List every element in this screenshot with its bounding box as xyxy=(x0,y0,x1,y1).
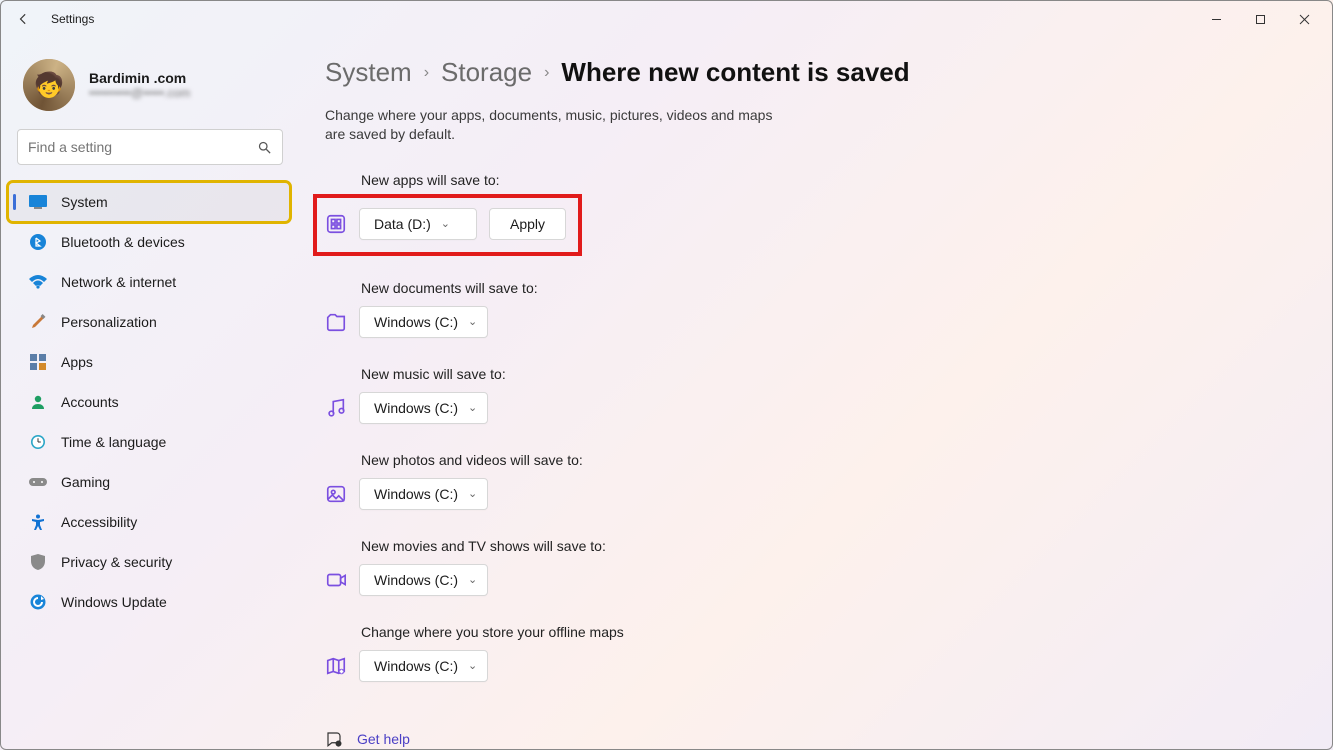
sidebar-item-label: Accessibility xyxy=(61,514,137,530)
chevron-down-icon: ⌄ xyxy=(468,659,477,672)
sidebar-item-time-language[interactable]: Time & language xyxy=(9,423,289,461)
get-help-row: ? Get help xyxy=(325,730,1292,748)
bluetooth-icon xyxy=(29,233,47,251)
breadcrumb-system[interactable]: System xyxy=(325,57,412,88)
drive-select-music[interactable]: Windows (C:) ⌄ xyxy=(359,392,488,424)
drive-select-documents[interactable]: Windows (C:) ⌄ xyxy=(359,306,488,338)
profile-block[interactable]: 🧒 Bardimin .com ••••••••••@•••••.com xyxy=(9,49,289,129)
drive-select-value: Data (D:) xyxy=(374,216,431,232)
sidebar-item-privacy[interactable]: Privacy & security xyxy=(9,543,289,581)
back-icon[interactable] xyxy=(17,12,37,26)
profile-name: Bardimin .com xyxy=(89,70,190,86)
breadcrumb-storage[interactable]: Storage xyxy=(441,57,532,88)
page-description: Change where your apps, documents, music… xyxy=(325,106,775,144)
section-movies: New movies and TV shows will save to: Wi… xyxy=(325,538,1292,596)
gamepad-icon xyxy=(29,473,47,491)
section-photos: New photos and videos will save to: Wind… xyxy=(325,452,1292,510)
section-label: Change where you store your offline maps xyxy=(361,624,1292,640)
apps-category-icon xyxy=(325,213,347,235)
person-icon xyxy=(29,393,47,411)
movies-category-icon xyxy=(325,569,347,591)
drive-select-value: Windows (C:) xyxy=(374,314,458,330)
sidebar-item-label: System xyxy=(61,194,108,210)
search-input[interactable] xyxy=(28,139,257,155)
section-label: New photos and videos will save to: xyxy=(361,452,1292,468)
sidebar-item-label: Privacy & security xyxy=(61,554,172,570)
documents-category-icon xyxy=(325,311,347,333)
sidebar-item-accounts[interactable]: Accounts xyxy=(9,383,289,421)
search-box[interactable] xyxy=(17,129,283,165)
sidebar-item-label: Network & internet xyxy=(61,274,176,290)
chevron-down-icon: ⌄ xyxy=(441,217,450,230)
highlight-apps: Data (D:) ⌄ Apply xyxy=(317,198,578,252)
music-category-icon xyxy=(325,397,347,419)
apps-icon xyxy=(29,353,47,371)
close-button[interactable] xyxy=(1282,4,1326,34)
apply-button[interactable]: Apply xyxy=(489,208,566,240)
sidebar-item-gaming[interactable]: Gaming xyxy=(9,463,289,501)
drive-select-movies[interactable]: Windows (C:) ⌄ xyxy=(359,564,488,596)
drive-select-photos[interactable]: Windows (C:) ⌄ xyxy=(359,478,488,510)
sidebar-item-label: Gaming xyxy=(61,474,110,490)
sidebar-item-label: Time & language xyxy=(61,434,166,450)
sidebar-item-windows-update[interactable]: Windows Update xyxy=(9,583,289,621)
minimize-button[interactable] xyxy=(1194,4,1238,34)
app-title: Settings xyxy=(51,12,94,26)
system-icon xyxy=(29,193,47,211)
get-help-link[interactable]: Get help xyxy=(357,731,410,747)
sidebar-item-bluetooth[interactable]: Bluetooth & devices xyxy=(9,223,289,261)
drive-select-value: Windows (C:) xyxy=(374,658,458,674)
section-apps: New apps will save to: Data (D:) ⌄ Apply xyxy=(325,172,1292,252)
avatar: 🧒 xyxy=(23,59,75,111)
profile-email: ••••••••••@•••••.com xyxy=(89,86,190,100)
section-label: New apps will save to: xyxy=(361,172,1292,188)
breadcrumb-current: Where new content is saved xyxy=(561,57,909,88)
chevron-right-icon: › xyxy=(544,64,549,82)
drive-select-value: Windows (C:) xyxy=(374,486,458,502)
drive-select-maps[interactable]: Windows (C:) ⌄ xyxy=(359,650,488,682)
sidebar-item-accessibility[interactable]: Accessibility xyxy=(9,503,289,541)
chevron-down-icon: ⌄ xyxy=(468,315,477,328)
clock-icon xyxy=(29,433,47,451)
sidebar: 🧒 Bardimin .com ••••••••••@•••••.com Sys… xyxy=(1,37,301,749)
drive-select-value: Windows (C:) xyxy=(374,400,458,416)
photos-category-icon xyxy=(325,483,347,505)
section-label: New music will save to: xyxy=(361,366,1292,382)
wifi-icon xyxy=(29,273,47,291)
shield-icon xyxy=(29,553,47,571)
section-music: New music will save to: Windows (C:) ⌄ xyxy=(325,366,1292,424)
breadcrumb: System › Storage › Where new content is … xyxy=(325,57,1292,88)
search-icon xyxy=(257,140,272,155)
titlebar: Settings xyxy=(1,1,1332,37)
content-area: System › Storage › Where new content is … xyxy=(301,37,1332,749)
sidebar-item-apps[interactable]: Apps xyxy=(9,343,289,381)
chevron-down-icon: ⌄ xyxy=(468,573,477,586)
sidebar-item-label: Accounts xyxy=(61,394,119,410)
section-label: New movies and TV shows will save to: xyxy=(361,538,1292,554)
sidebar-item-personalization[interactable]: Personalization xyxy=(9,303,289,341)
accessibility-icon xyxy=(29,513,47,531)
sidebar-item-system[interactable]: System xyxy=(9,183,289,221)
update-icon xyxy=(29,593,47,611)
sidebar-item-label: Windows Update xyxy=(61,594,167,610)
sidebar-item-network[interactable]: Network & internet xyxy=(9,263,289,301)
chevron-down-icon: ⌄ xyxy=(468,401,477,414)
sidebar-item-label: Bluetooth & devices xyxy=(61,234,185,250)
maximize-button[interactable] xyxy=(1238,4,1282,34)
chevron-right-icon: › xyxy=(424,64,429,82)
section-label: New documents will save to: xyxy=(361,280,1292,296)
maps-category-icon xyxy=(325,655,347,677)
drive-select-value: Windows (C:) xyxy=(374,572,458,588)
drive-select-apps[interactable]: Data (D:) ⌄ xyxy=(359,208,477,240)
help-icon: ? xyxy=(325,730,343,748)
brush-icon xyxy=(29,313,47,331)
section-documents: New documents will save to: Windows (C:)… xyxy=(325,280,1292,338)
sidebar-item-label: Apps xyxy=(61,354,93,370)
nav-list: System Bluetooth & devices Network & int… xyxy=(9,183,289,621)
section-maps: Change where you store your offline maps… xyxy=(325,624,1292,682)
sidebar-item-label: Personalization xyxy=(61,314,157,330)
chevron-down-icon: ⌄ xyxy=(468,487,477,500)
